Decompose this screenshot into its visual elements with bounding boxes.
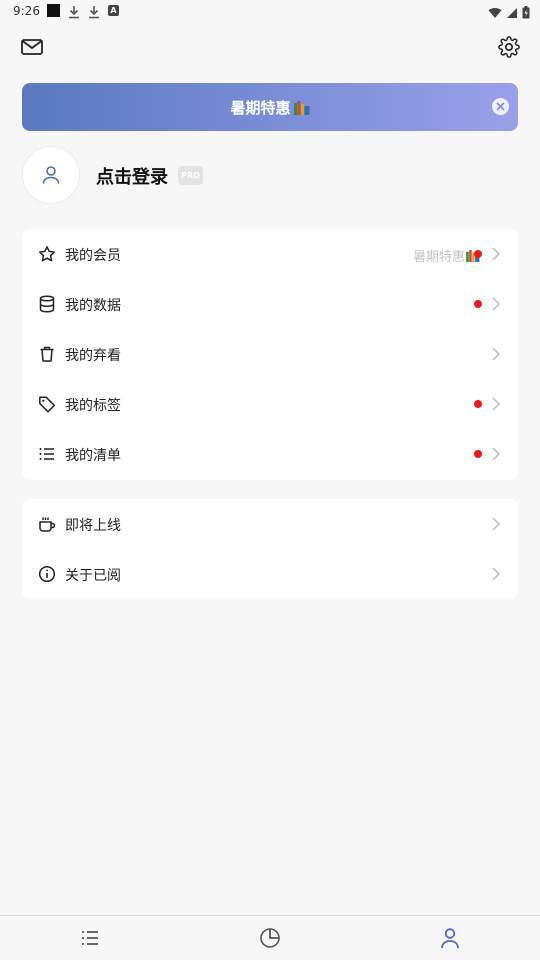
nav-tab-list[interactable] [78,926,102,950]
mail-button[interactable] [20,35,44,59]
user-icon [42,166,60,184]
download-icon [88,4,100,23]
tag-icon [39,396,56,413]
menu-item-label: 我的会员 [65,248,121,264]
chevron-right-icon [492,397,501,411]
notification-square-icon [47,4,60,17]
menu-item-dropped[interactable]: 我的弃看 [22,329,518,379]
menu-item-label: 我的标签 [65,398,121,414]
chevron-right-icon [492,567,501,581]
menu-item-label: 关于已阅 [65,568,121,584]
close-icon [496,102,505,111]
menu-item-coming-soon[interactable]: 即将上线 [22,499,518,549]
chevron-right-icon [492,297,501,311]
app-notification-icon: A [108,5,119,16]
avatar[interactable] [22,146,80,204]
status-bar: 9:26 A [0,0,540,24]
menu-card-primary: 我的会员 暑期特惠 我的数据 我的弃看 我的标签 我的清单 [22,229,518,480]
login-link[interactable]: 点击登录 [96,163,168,189]
chevron-right-icon [492,447,501,461]
promo-banner[interactable]: 暑期特惠 [22,83,518,131]
menu-item-label: 我的数据 [65,298,121,314]
menu-item-label: 我的弃看 [65,348,121,364]
menu-item-data[interactable]: 我的数据 [22,279,518,329]
chevron-right-icon [492,517,501,531]
nav-tab-stats[interactable] [258,926,282,950]
status-time: 9:26 [13,4,40,18]
notification-dot [474,300,482,308]
promo-close-button[interactable] [492,98,509,115]
user-icon [441,928,459,949]
battery-icon [522,4,530,23]
promo-text: 暑期特惠 [230,97,309,118]
notification-dot [474,250,482,258]
pie-chart-icon [260,928,280,948]
promo-note: 暑期特惠 [413,246,480,265]
notification-dot [474,450,482,458]
coffee-icon [39,517,56,532]
menu-item-label: 我的清单 [65,448,121,464]
menu-item-tags[interactable]: 我的标签 [22,379,518,429]
download-icon [68,4,80,23]
star-icon [39,246,55,262]
menu-item-lists[interactable]: 我的清单 [22,429,518,479]
database-icon [39,295,55,313]
menu-card-secondary: 即将上线 关于已阅 [22,499,518,599]
list-icon [39,448,54,460]
bottom-nav [0,915,540,960]
menu-item-label: 即将上线 [65,518,121,534]
signal-icon [506,4,518,23]
pro-badge: PRO [178,166,203,185]
info-icon [38,565,56,583]
menu-item-membership[interactable]: 我的会员 暑期特惠 [22,229,518,279]
list-icon [82,931,98,945]
chevron-right-icon [492,247,501,261]
nav-tab-profile[interactable] [438,926,462,950]
notification-dot [474,400,482,408]
chevron-right-icon [492,347,501,361]
wifi-icon [488,4,502,23]
trash-icon [40,346,54,362]
settings-button[interactable] [497,35,521,59]
status-right [488,4,530,23]
gear-icon [498,36,520,58]
profile-screen: 9:26 A 暑期特惠 点击登录 PRO 我的会员 暑期特惠 我的数据 我的弃看… [0,0,540,960]
books-emoji-icon [293,100,309,115]
mail-icon [21,39,43,55]
menu-item-about[interactable]: 关于已阅 [22,549,518,599]
